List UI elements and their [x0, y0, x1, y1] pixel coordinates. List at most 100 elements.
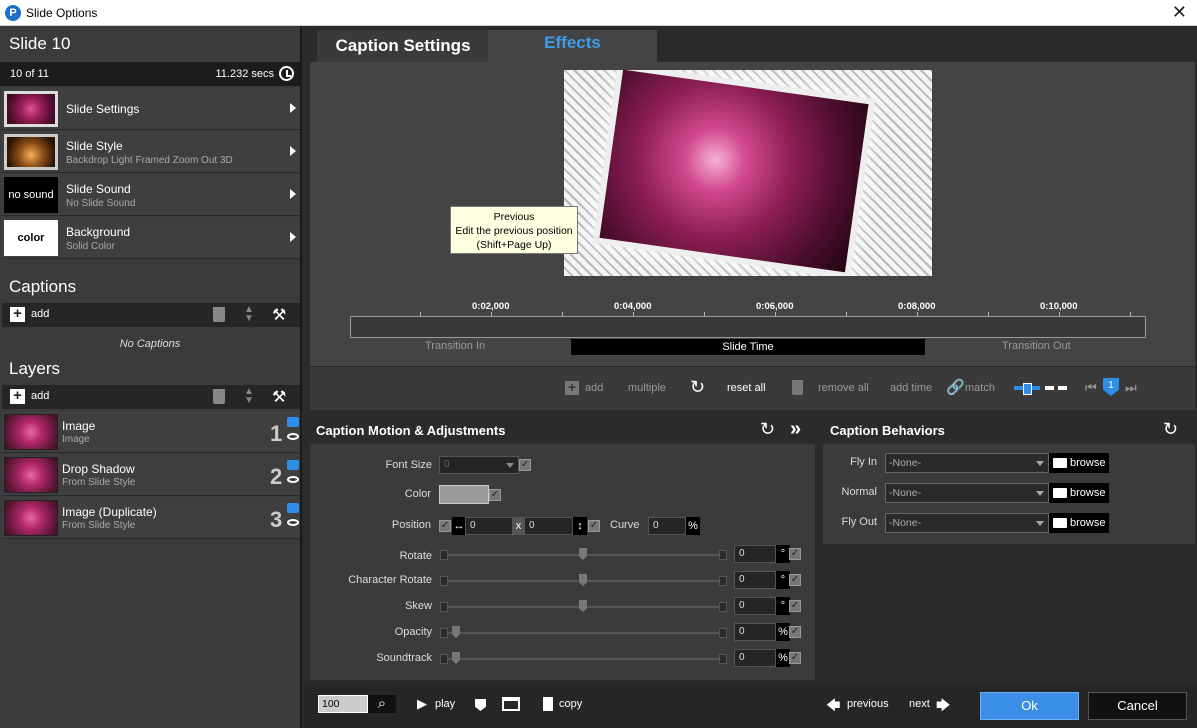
add-time-button[interactable]: add time [890, 382, 932, 394]
eye-icon[interactable] [287, 433, 299, 440]
previous-button[interactable]: previous [847, 698, 889, 710]
skip-back-icon[interactable]: ⏮ [1085, 380, 1097, 396]
reset-all-button[interactable]: reset all [727, 382, 766, 394]
fly-out-select[interactable]: -None- [885, 513, 1049, 533]
character-rotate-slider-thumb[interactable] [579, 574, 587, 586]
opacity-input[interactable]: 0 [734, 623, 776, 641]
tab-caption-settings[interactable]: Caption Settings [317, 30, 489, 62]
next-button[interactable]: next [909, 698, 930, 710]
menu-slide-sound[interactable]: no sound Slide Sound No Slide Sound [2, 174, 300, 216]
eye-icon[interactable] [287, 476, 299, 483]
menu-slide-settings[interactable]: Slide Settings [2, 88, 300, 130]
marker-icon[interactable] [475, 699, 486, 711]
ok-button[interactable]: Ok [980, 692, 1079, 720]
caption-bubble-icon[interactable] [287, 503, 299, 513]
character-rotate-input[interactable]: 0 [734, 571, 776, 589]
reset-icon[interactable]: ↻ [690, 377, 705, 398]
font-size-checkbox[interactable]: ✓ [519, 459, 531, 471]
add-caption-icon[interactable]: + [10, 306, 25, 322]
slider-left-end[interactable] [440, 576, 448, 586]
fly-in-select[interactable]: -None- [885, 453, 1049, 473]
color-swatch[interactable] [439, 485, 489, 504]
soundtrack-slider-thumb[interactable] [452, 652, 460, 664]
soundtrack-input[interactable]: 0 [734, 649, 776, 667]
tools-icon[interactable]: ⚒ [272, 387, 286, 407]
soundtrack-slider[interactable] [448, 658, 720, 660]
slider-left-end[interactable] [440, 628, 448, 638]
slider-right-end[interactable] [719, 576, 727, 586]
menu-background[interactable]: color Background Solid Color [2, 217, 300, 259]
play-icon[interactable]: ▶ [417, 696, 427, 712]
skew-input[interactable]: 0 [734, 597, 776, 615]
eye-icon[interactable] [287, 519, 299, 526]
close-icon[interactable]: ✕ [1172, 3, 1187, 21]
reset-icon[interactable]: ↻ [1163, 419, 1178, 440]
slider-right-end[interactable] [719, 550, 727, 560]
layer-row[interactable]: Image (Duplicate) From Slide Style 3 [2, 497, 300, 539]
rotate-checkbox[interactable]: ✓ [789, 548, 801, 560]
add-layer-icon[interactable]: + [10, 388, 25, 404]
trash-icon[interactable] [213, 307, 225, 322]
rotate-input[interactable]: 0 [734, 545, 776, 563]
normal-browse-button[interactable]: browse [1049, 483, 1109, 503]
layer-row[interactable]: Image Image 1 [2, 411, 300, 453]
menu-slide-style[interactable]: Slide Style Backdrop Light Framed Zoom O… [2, 131, 300, 173]
slider-right-end[interactable] [719, 654, 727, 664]
zoom-input[interactable]: 100 [318, 695, 368, 713]
clipboard-icon[interactable] [543, 697, 553, 711]
slide-preview[interactable] [564, 70, 932, 276]
fly-in-browse-button[interactable]: browse [1049, 453, 1109, 473]
reorder-icon[interactable]: ▲ ▼ [244, 387, 254, 406]
slider-left-end[interactable] [440, 654, 448, 664]
position-y-checkbox[interactable]: ✓ [588, 520, 600, 532]
add-button[interactable]: add [585, 382, 603, 394]
expand-icon[interactable]: » [790, 418, 801, 441]
magnifier-icon[interactable]: ⌕ [368, 695, 396, 713]
opacity-slider-thumb[interactable] [452, 626, 460, 638]
fly-out-browse-button[interactable]: browse [1049, 513, 1109, 533]
tab-effects[interactable]: Effects [488, 30, 657, 62]
position-x-input[interactable]: 0 [465, 517, 513, 535]
reset-icon[interactable]: ↻ [760, 419, 775, 440]
remove-all-button[interactable]: remove all [818, 382, 869, 394]
soundtrack-checkbox[interactable]: ✓ [789, 652, 801, 664]
copy-button[interactable]: copy [559, 698, 582, 710]
normal-select[interactable]: -None- [885, 483, 1049, 503]
slider-left-end[interactable] [440, 602, 448, 612]
slider-left-end[interactable] [440, 550, 448, 560]
font-size-select[interactable]: 0 [439, 456, 519, 474]
add-layer-button[interactable]: add [31, 390, 49, 402]
window-icon[interactable] [502, 697, 520, 711]
trash-icon[interactable] [213, 389, 225, 404]
timeline-track[interactable] [350, 316, 1146, 338]
slider-right-end[interactable] [719, 602, 727, 612]
color-checkbox[interactable]: ✓ [489, 489, 501, 501]
rotate-slider-thumb[interactable] [579, 548, 587, 560]
layer-row[interactable]: Drop Shadow From Slide Style 2 [2, 454, 300, 496]
character-rotate-checkbox[interactable]: ✓ [789, 574, 801, 586]
spacing-icon[interactable] [1045, 386, 1067, 390]
slide-time-segment[interactable]: Slide Time [571, 339, 925, 355]
skew-checkbox[interactable]: ✓ [789, 600, 801, 612]
position-checkbox[interactable]: ✓ [439, 520, 451, 532]
arrow-right-icon[interactable]: 🡆 [936, 695, 950, 719]
add-caption-button[interactable]: add [31, 308, 49, 320]
tools-icon[interactable]: ⚒ [272, 305, 286, 325]
cancel-button[interactable]: Cancel [1088, 692, 1187, 720]
zoom-slider-icon[interactable] [1014, 383, 1040, 395]
add-icon[interactable]: + [565, 380, 579, 395]
trash-icon[interactable] [792, 380, 803, 395]
match-button[interactable]: match [965, 382, 995, 394]
reorder-icon[interactable]: ▲ ▼ [244, 305, 254, 324]
caption-bubble-icon[interactable] [287, 460, 299, 470]
skew-slider-thumb[interactable] [579, 600, 587, 612]
slider-right-end[interactable] [719, 628, 727, 638]
caption-bubble-icon[interactable] [287, 417, 299, 427]
opacity-slider[interactable] [448, 632, 720, 634]
skip-forward-icon[interactable]: ⏭ [1125, 380, 1137, 396]
arrow-left-icon[interactable]: 🡄 [826, 695, 840, 719]
opacity-checkbox[interactable]: ✓ [789, 626, 801, 638]
multiple-button[interactable]: multiple [628, 382, 666, 394]
keyframe-marker-icon[interactable]: 1 [1103, 378, 1119, 396]
position-y-input[interactable]: 0 [524, 517, 573, 535]
